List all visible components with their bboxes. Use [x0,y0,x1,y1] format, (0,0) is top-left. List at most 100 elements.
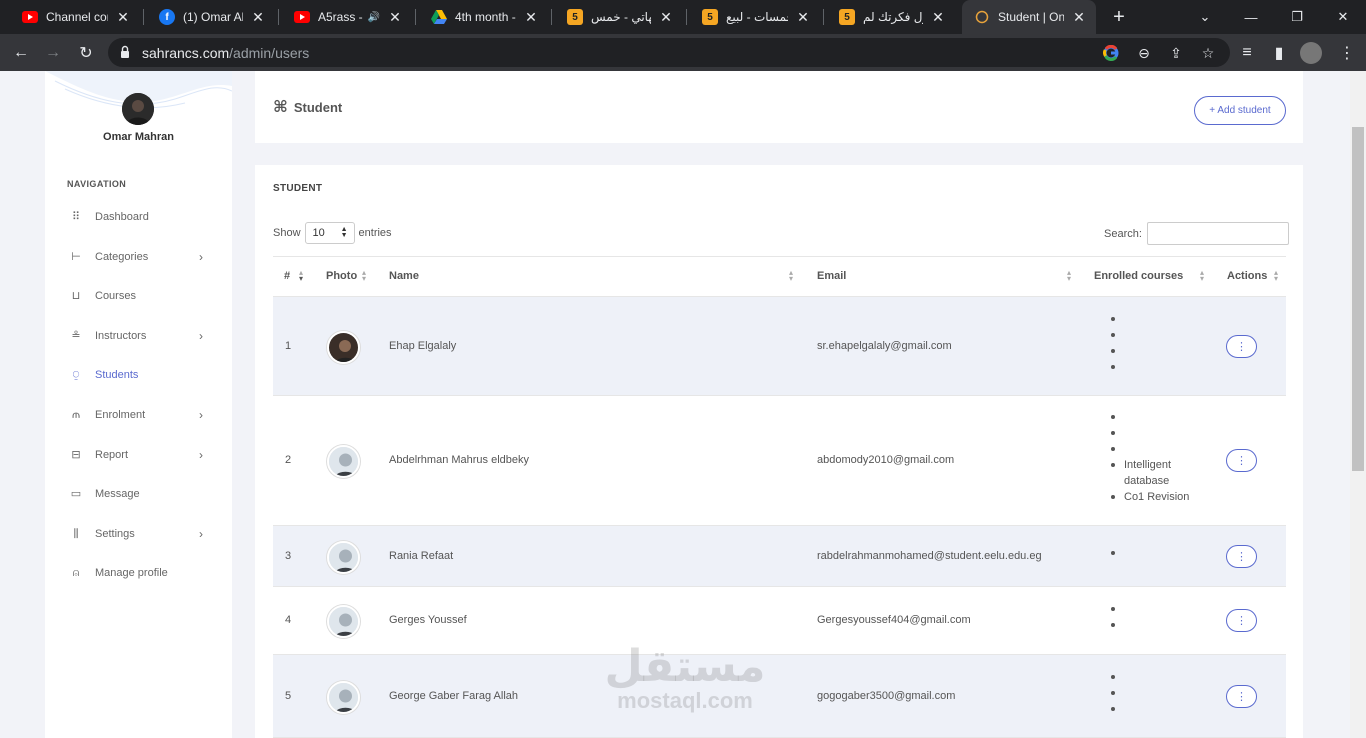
entries-select-value: 10 [312,227,325,239]
close-tab-icon[interactable]: ✕ [659,9,673,26]
browser-menu-icon[interactable]: ⋮ [1334,40,1360,66]
browser-tab[interactable]: 5 احول فكرتك لم ✕ [827,0,955,34]
add-student-button[interactable]: + Add student [1194,96,1286,125]
browser-tab[interactable]: 5 تنبيهاتي - خمس ✕ [555,0,683,34]
browser-tab[interactable]: 5 خمسات - لبيع ✕ [690,0,820,34]
user-icon: ⍝ [72,567,80,580]
sidebar-item-report[interactable]: ⊟ Report › [45,441,232,469]
profile-avatar-icon[interactable] [1298,40,1324,66]
tab-separator [823,9,824,25]
course-item: Co1 Revision [1109,489,1199,505]
url-path: /admin/users [229,45,310,61]
khamsat-icon: 5 [702,9,718,25]
tab-search-button[interactable]: ⌄ [1182,0,1228,34]
browser-tab-title: 4th month - [455,10,516,24]
students-icon: ⍜ [72,369,80,382]
close-window-button[interactable]: ✕ [1320,0,1366,34]
student-name: George Gaber Farag Allah [389,689,519,702]
column-header-photo[interactable]: Photo [326,270,357,282]
sidebar-item-categories[interactable]: ⊢ Categories › [45,243,232,271]
browser-tab[interactable]: Channel conte ✕ [10,0,140,34]
sort-icon[interactable]: ▴ ▾ [1067,269,1071,283]
side-panel-icon[interactable]: ▮ [1266,40,1292,66]
table-row: 4 Gerges Youssef Gergesyoussef404@gmail.co… [273,587,1286,655]
row-actions-button[interactable]: ⋮ [1226,449,1257,472]
forward-button[interactable]: → [40,40,66,66]
row-actions-button[interactable]: ⋮ [1226,684,1257,708]
scrollbar-thumb[interactable] [1352,127,1364,471]
back-button[interactable]: ← [8,40,34,66]
sidebar-item-message[interactable]: ▭ Message [45,480,232,508]
sidebar-item-instructors[interactable]: ≗ Instructors › [45,322,232,350]
sort-icon[interactable]: ▴ ▾ [362,269,366,283]
chevron-right-icon: › [199,408,203,422]
browser-tab-strip: + ⌄ — ❐ ✕ Channel conte✕f(1) Omar Abd✕A5… [0,0,1366,34]
table-row: 2 Abdelrhman Mahrus eldbeky abdomody2010@g… [273,396,1286,526]
student-avatar [327,330,360,364]
profile-name: Omar Mahran [103,131,174,143]
browser-tab[interactable]: A5rass - 🔊 ✕ [282,0,412,34]
sidebar-item-label: Enrolment [95,409,146,421]
close-tab-icon[interactable]: ✕ [524,9,538,26]
sidebar-item-label: Categories [95,250,149,263]
close-tab-icon[interactable]: ✕ [116,9,130,26]
sidebar-item-courses[interactable]: ⊔ Courses [45,282,232,310]
sidebar-item-label: Manage profile [95,567,168,580]
column-header-email[interactable]: Email [817,270,846,282]
course-item [1109,601,1124,617]
sidebar-item-students[interactable]: ⍜ Students [45,361,232,389]
bookmark-star-icon[interactable]: ☆ [1197,42,1219,64]
student-email: Gergesyoussef404@gmail.com [817,614,971,626]
profile-avatar[interactable] [122,93,154,125]
sidebar-item-label: Students [95,369,139,382]
zoom-icon[interactable]: ⊖ [1133,42,1155,64]
row-number: 3 [285,549,292,562]
course-item [1109,343,1124,359]
address-bar[interactable]: sahrancs.com/admin/users ⊖ ⇪ ☆ [108,38,1230,67]
student-email: rabdelrahmanmohamed@student.eelu.edu.eg [817,549,1042,562]
course-item [1109,441,1199,457]
close-tab-icon[interactable]: ✕ [1072,9,1086,26]
new-tab-button[interactable]: + [1109,0,1129,34]
browser-tab[interactable]: 4th month - ✕ [419,0,548,34]
column-header-name[interactable]: Name [389,270,419,282]
google-icon[interactable] [1100,42,1122,64]
page-scrollbar[interactable] [1350,71,1366,738]
close-tab-icon[interactable]: ✕ [796,9,810,26]
row-actions-button[interactable]: ⋮ [1226,544,1257,568]
watermark-latin: mostaql.com [617,688,753,713]
close-tab-icon[interactable]: ✕ [388,9,402,26]
audio-playing-icon[interactable]: 🔊 [368,12,380,23]
sort-desc-icon[interactable]: ▴ ▾ [299,269,303,283]
minimize-button[interactable]: — [1228,0,1274,34]
search-input[interactable] [1146,222,1289,245]
sort-icon[interactable]: ▴ ▾ [1200,269,1204,283]
sidebar-item-dashboard[interactable]: ⠿ Dashboard [45,203,232,231]
close-tab-icon[interactable]: ✕ [251,9,265,26]
browser-tab-title: (1) Omar Abd [183,10,243,24]
reload-button[interactable]: ↻ [73,40,99,66]
row-actions-button[interactable]: ⋮ [1226,334,1257,358]
browser-tab[interactable]: f (1) Omar Abd ✕ [147,0,275,34]
close-tab-icon[interactable]: ✕ [931,9,945,26]
restore-button[interactable]: ❐ [1274,0,1320,34]
entries-select[interactable]: 10 ▲ ▼ [304,222,355,244]
column-header-number[interactable]: # [284,270,290,282]
row-number: 5 [285,689,292,702]
show-label: Show [273,227,301,239]
course-item [1109,359,1124,375]
course-item [1109,409,1199,425]
khamsat-icon: 5 [567,9,583,25]
media-control-icon[interactable]: ≡ [1234,40,1260,66]
command-icon: ⌘ [273,99,288,116]
sidebar-item-settings[interactable]: ⫼ Settings › [45,520,232,548]
sidebar-item-enrolment[interactable]: ⫙ Enrolment › [45,401,232,429]
column-header-actions[interactable]: Actions [1227,270,1267,282]
sidebar-item-manage-profile[interactable]: ⍝ Manage profile [45,559,232,587]
row-actions-button[interactable]: ⋮ [1226,609,1257,632]
column-header-enrolled-courses[interactable]: Enrolled courses [1094,270,1183,282]
sort-icon[interactable]: ▴ ▾ [789,269,793,283]
sort-icon[interactable]: ▴ ▾ [1274,269,1278,283]
share-icon[interactable]: ⇪ [1165,42,1187,64]
browser-tab[interactable]: Student | Onli ✕ [962,0,1096,34]
